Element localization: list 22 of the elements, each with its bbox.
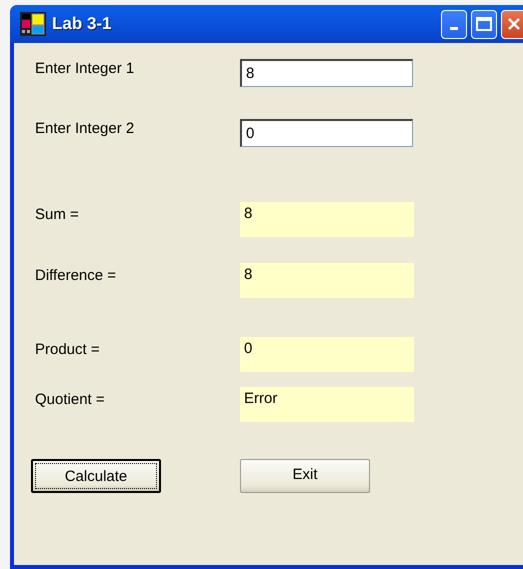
input-field[interactable]: 0 [240,119,413,147]
maximize-button[interactable] [471,10,497,38]
minimize-icon [450,26,458,30]
close-button[interactable] [501,10,523,38]
action-button[interactable]: Exit [240,459,370,493]
action-button[interactable]: Calculate [31,459,161,493]
close-icon [506,16,522,32]
input-field[interactable]: 8 [240,59,413,87]
result-label: Product = [34,340,101,358]
result-output: Error [240,387,414,422]
maximize-icon [475,16,493,32]
field-label: Enter Integer 1 [34,59,136,77]
result-output: 8 [240,263,414,298]
result-label: Difference = [34,266,118,284]
result-output: 8 [240,202,414,237]
minimize-button[interactable] [441,10,467,38]
result-output: 0 [240,337,414,372]
window-title: Lab 3-1 [52,14,113,34]
form-icon [20,12,46,36]
result-label: Sum = [34,205,80,223]
field-label: Enter Integer 2 [34,119,136,137]
result-label: Quotient = [34,390,106,408]
